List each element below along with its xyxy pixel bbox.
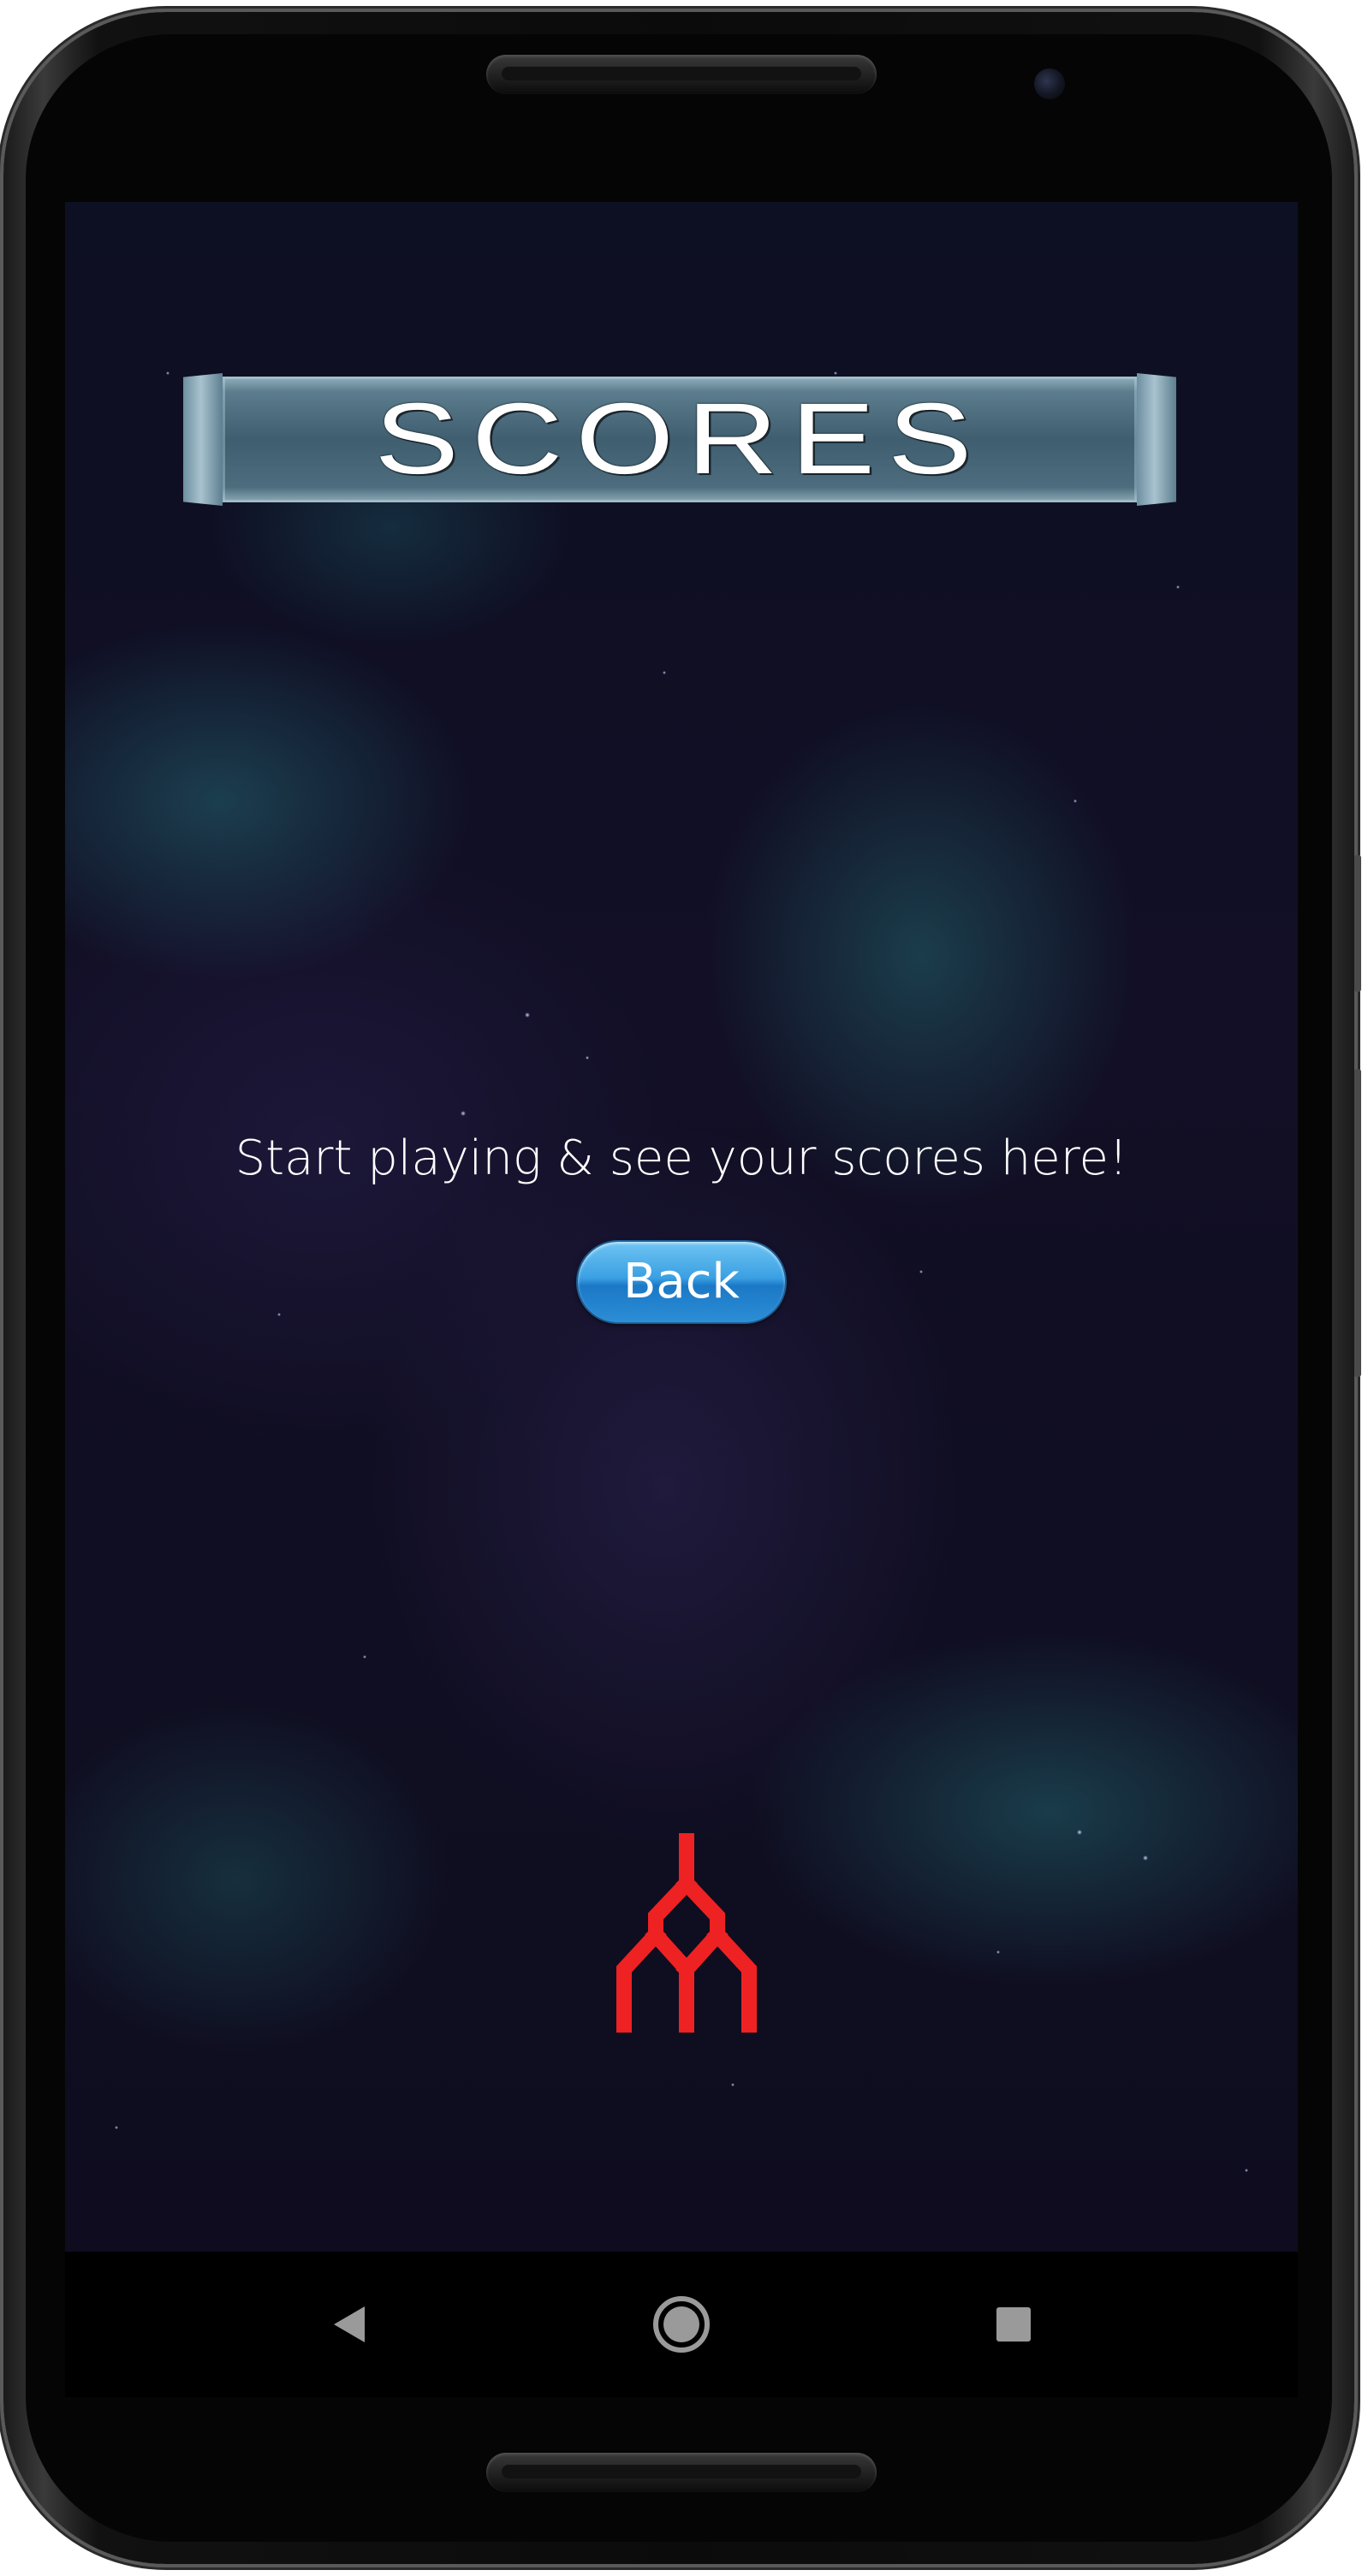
scores-title-plate: SCORES [183,373,1176,506]
bottom-speaker [486,2453,877,2492]
back-icon [334,2306,365,2342]
nav-recents-button[interactable] [945,2252,1082,2397]
top-speaker [486,55,877,94]
empty-scores-message: Start playing & see your scores here! [235,1131,1128,1186]
power-button [1354,855,1361,992]
front-camera [1034,68,1065,99]
recents-icon [996,2307,1031,2342]
nav-home-button[interactable] [613,2252,750,2397]
nav-back-button[interactable] [283,2252,419,2397]
home-icon [653,2296,710,2353]
game-screen: SCORES Start playing & see your scores h… [65,202,1298,2252]
spaceship-icon [616,1833,757,2033]
page-title: SCORES [374,383,985,496]
volume-button [1354,1069,1361,1377]
system-navigation-bar [65,2252,1298,2397]
back-button[interactable]: Back [576,1240,787,1324]
